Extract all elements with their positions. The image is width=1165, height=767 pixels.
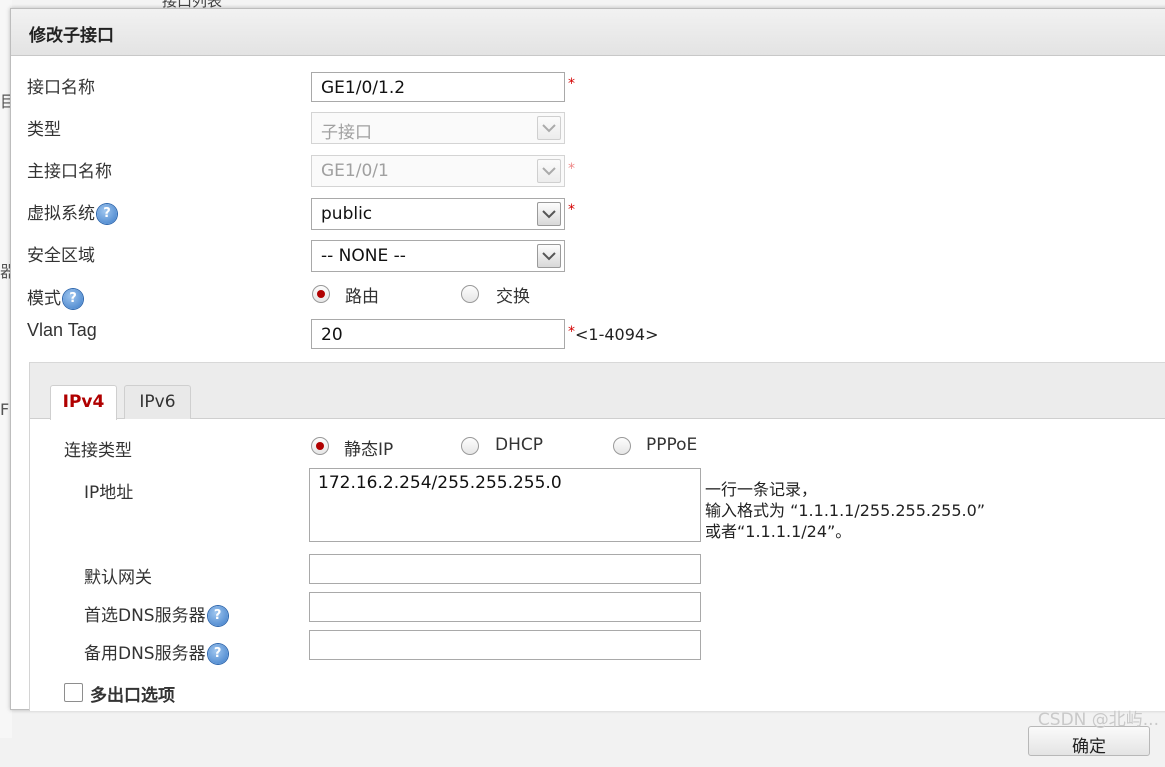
ip-address-label: IP地址 xyxy=(84,483,134,503)
required-mark: * xyxy=(568,76,575,92)
mode-switch-label: 交换 xyxy=(496,287,530,307)
parent-interface-value: GE1/0/1 xyxy=(321,161,389,181)
dialog-title: 修改子接口 xyxy=(29,26,114,46)
interface-name-label: 接口名称 xyxy=(27,78,95,98)
type-label: 类型 xyxy=(27,120,61,140)
mode-route-radio[interactable] xyxy=(312,285,330,303)
security-zone-label: 安全区域 xyxy=(27,246,95,266)
help-icon[interactable]: ? xyxy=(207,644,228,664)
dialog-titlebar[interactable]: 修改子接口 xyxy=(11,9,1165,56)
dhcp-radio[interactable] xyxy=(461,437,479,455)
chevron-down-icon[interactable] xyxy=(537,202,561,226)
secondary-dns-label: 备用DNS服务器? xyxy=(84,639,228,664)
type-select: 子接口 xyxy=(311,112,565,144)
watermark: CSDN @北屿... xyxy=(1037,710,1159,730)
secondary-dns-label-text: 备用DNS服务器 xyxy=(84,644,206,664)
dhcp-label: DHCP xyxy=(495,435,543,455)
background-fragment: F xyxy=(0,400,10,419)
virtual-system-value: public xyxy=(321,204,373,224)
security-zone-value: -- NONE -- xyxy=(321,246,406,266)
vlan-tag-input[interactable]: 20 xyxy=(311,319,565,349)
background-header: 接口列表 xyxy=(12,0,1165,10)
ok-button[interactable]: 确定 xyxy=(1028,726,1150,757)
vlan-range-hint: <1-4094> xyxy=(575,325,659,344)
required-mark: * xyxy=(568,161,575,177)
ip-format-hint-line3: 或者“1.1.1.1/24”。 xyxy=(705,522,852,541)
default-gateway-input[interactable] xyxy=(309,554,701,584)
help-icon[interactable]: ? xyxy=(207,606,228,626)
tab-ipv6[interactable]: IPv6 xyxy=(124,385,191,419)
mode-label-text: 模式 xyxy=(27,289,61,309)
static-ip-label: 静态IP xyxy=(344,440,394,460)
mode-label: 模式? xyxy=(27,284,83,309)
help-icon[interactable]: ? xyxy=(97,204,117,224)
chevron-down-icon xyxy=(537,116,561,140)
primary-dns-input[interactable] xyxy=(309,592,701,622)
tab-ipv4[interactable]: IPv4 xyxy=(50,385,117,420)
required-mark: * xyxy=(568,202,575,218)
multi-egress-checkbox[interactable] xyxy=(64,683,83,702)
chevron-down-icon[interactable] xyxy=(537,244,561,268)
connection-type-label: 连接类型 xyxy=(64,441,132,461)
pppoe-label: PPPoE xyxy=(646,435,698,455)
ip-settings-panel: IPv4 IPv6 连接类型 静态IP DHCP PPPoE IP地址 172.… xyxy=(29,362,1165,711)
parent-interface-label: 主接口名称 xyxy=(27,162,112,182)
primary-dns-label-text: 首选DNS服务器 xyxy=(84,606,206,626)
virtual-system-label: 虚拟系统? xyxy=(27,199,117,224)
pppoe-radio[interactable] xyxy=(613,437,631,455)
virtual-system-label-text: 虚拟系统 xyxy=(27,204,95,224)
edit-subinterface-dialog: 修改子接口 接口名称 GE1/0/1.2 * 类型 子接口 主接口名称 GE1/… xyxy=(10,8,1165,711)
ip-address-textarea[interactable]: 172.16.2.254/255.255.255.0 xyxy=(309,468,701,542)
parent-interface-select: GE1/0/1 xyxy=(311,155,565,187)
secondary-dns-input[interactable] xyxy=(309,630,701,660)
security-zone-select[interactable]: -- NONE -- xyxy=(311,240,565,272)
mode-switch-radio[interactable] xyxy=(461,285,479,303)
virtual-system-select[interactable]: public xyxy=(311,198,565,230)
interface-name-input[interactable]: GE1/0/1.2 xyxy=(311,72,565,102)
vlan-tag-label: Vlan Tag xyxy=(27,320,97,340)
required-mark: * xyxy=(568,324,575,340)
type-select-value: 子接口 xyxy=(321,123,372,143)
default-gateway-label: 默认网关 xyxy=(84,568,152,588)
mode-route-label: 路由 xyxy=(345,287,379,307)
chevron-down-icon xyxy=(537,159,561,183)
help-icon[interactable]: ? xyxy=(63,289,83,309)
tab-strip: IPv4 IPv6 xyxy=(30,362,1165,420)
primary-dns-label: 首选DNS服务器? xyxy=(84,601,228,626)
static-ip-radio[interactable] xyxy=(311,437,329,455)
multi-egress-label: 多出口选项 xyxy=(90,686,175,706)
